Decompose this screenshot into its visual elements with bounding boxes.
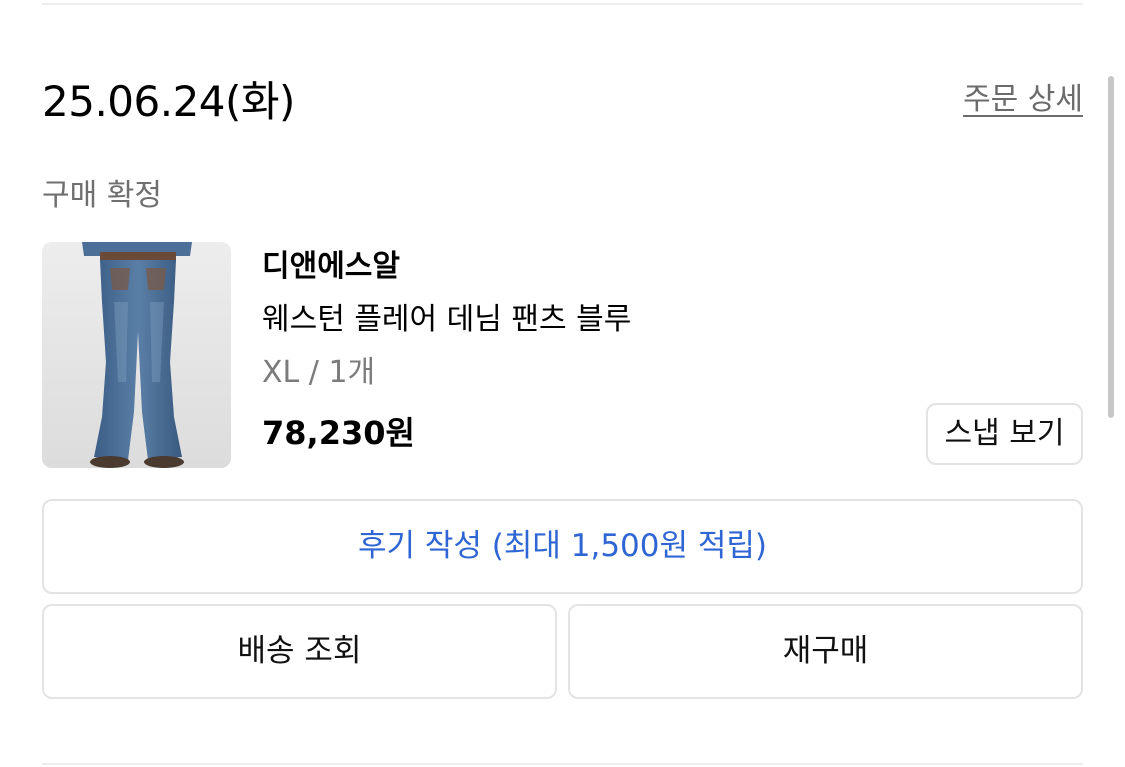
product-option: XL / 1개 — [262, 355, 376, 390]
order-detail-link[interactable]: 주문 상세 — [963, 80, 1083, 120]
product-brand[interactable]: 디앤에스알 — [262, 248, 400, 286]
order-status: 구매 확정 — [42, 178, 162, 213]
snap-view-button[interactable]: 스냅 보기 — [926, 403, 1083, 465]
bottom-divider — [42, 763, 1083, 765]
track-shipping-button[interactable]: 배송 조회 — [42, 604, 557, 699]
product-image[interactable] — [42, 242, 231, 468]
top-divider — [42, 3, 1083, 5]
product-name[interactable]: 웨스턴 플레어 데님 팬츠 블루 — [262, 301, 631, 339]
write-review-button[interactable]: 후기 작성 (최대 1,500원 적립) — [42, 499, 1083, 594]
product-price: 78,230원 — [262, 414, 415, 452]
rebuy-button[interactable]: 재구매 — [568, 604, 1083, 699]
scrollbar[interactable] — [1108, 76, 1114, 418]
order-date: 25.06.24(화) — [42, 77, 295, 126]
